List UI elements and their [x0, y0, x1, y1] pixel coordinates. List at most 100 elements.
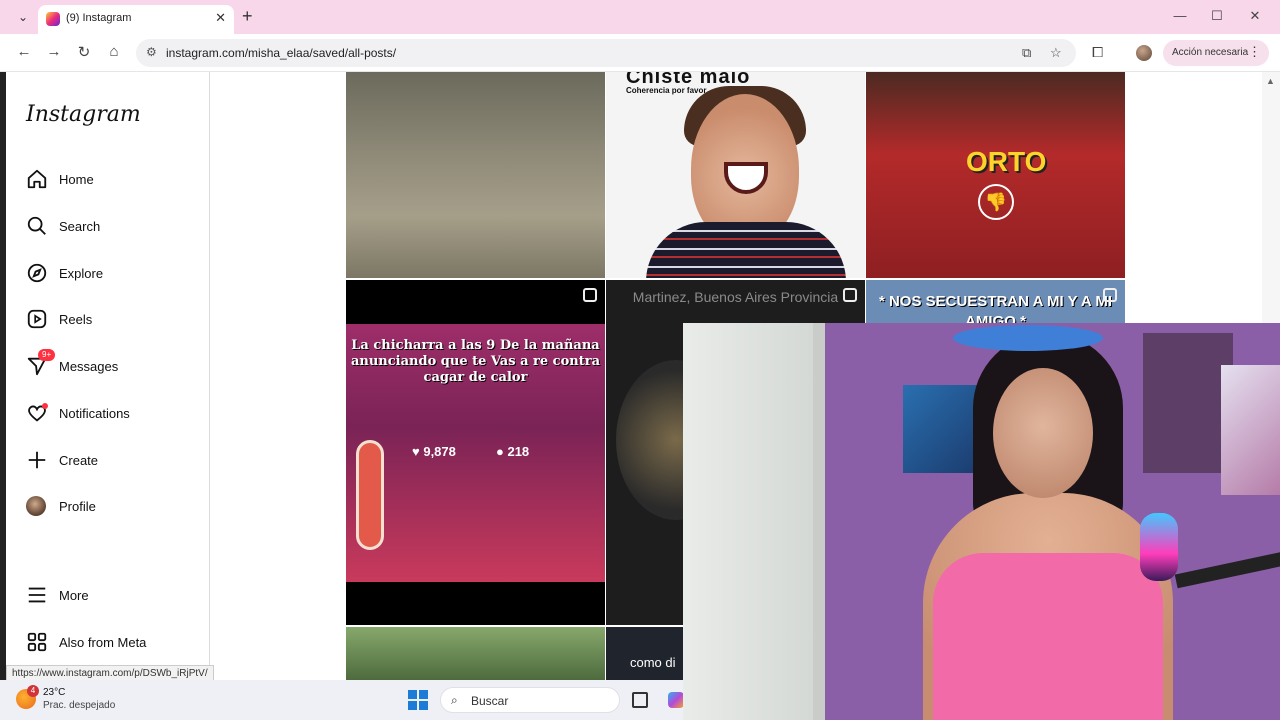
sidebar-item-search[interactable]: Search	[26, 215, 196, 239]
search-icon: ⌕	[451, 693, 458, 707]
url-text: instagram.com/misha_elaa/saved/all-posts…	[166, 46, 397, 60]
comments-count-with-comment-icon: ● 218	[496, 444, 530, 459]
thermometer-icon	[356, 440, 384, 550]
saved-post-2[interactable]: Chiste malo Coherencia por favor	[606, 72, 865, 278]
webcam-door-frame	[813, 323, 825, 720]
webcam-poster-right	[1221, 365, 1280, 495]
sidebar-label: Notifications	[59, 406, 130, 421]
reel-icon	[1103, 288, 1117, 302]
webcam-microphone	[1140, 513, 1178, 581]
install-app-icon[interactable]: ⧉	[1022, 45, 1031, 61]
sidebar-item-reels[interactable]: Reels	[26, 308, 196, 332]
minimize-window-icon[interactable]: —	[1170, 8, 1190, 23]
messages-badge: 9+	[38, 349, 56, 361]
weather-description[interactable]: Prac. despejado	[43, 700, 115, 711]
saved-post-1[interactable]	[346, 72, 605, 278]
saved-post-3[interactable]: ORTO 👎	[866, 72, 1125, 278]
sidebar-item-home[interactable]: Home	[26, 168, 196, 192]
copilot-icon[interactable]	[668, 692, 684, 708]
post-caption: La chicharra a las 9 De la mañana anunci…	[350, 338, 600, 385]
meta-icon	[27, 632, 47, 652]
sidebar-label: Create	[59, 453, 99, 468]
post-hover-stats: ♥ 9,878 ● 218	[412, 444, 605, 464]
instagram-favicon-icon	[46, 12, 60, 26]
tab-close-icon[interactable]: ✕	[215, 10, 226, 26]
webcam-hair-bow	[953, 325, 1103, 351]
webcam-person-face	[993, 368, 1093, 498]
webcam-overlay	[683, 323, 1280, 720]
saved-post-4[interactable]: La chicharra a las 9 De la mañana anunci…	[346, 280, 605, 625]
site-info-icon[interactable]: ⚙	[146, 45, 157, 59]
thumbs-down-icon: 👎	[978, 184, 1014, 220]
instagram-logo[interactable]: Instagram	[26, 102, 141, 127]
webcam-shelf	[1143, 333, 1233, 473]
sidebar-label: Messages	[59, 359, 119, 374]
browser-tab-strip: ⌄ (9) Instagram ✕ + — ☐ ✕	[0, 0, 1280, 34]
action-required-button[interactable]: Acción necesaria ⋮	[1163, 40, 1269, 66]
plus-icon	[28, 451, 46, 469]
screen: ⌄ (9) Instagram ✕ + — ☐ ✕ ← → ↻ ⌂ ⚙ inst…	[0, 0, 1280, 720]
action-required-label: Acción necesaria	[1172, 47, 1249, 58]
sidebar-label: Also from Meta	[59, 635, 147, 650]
scroll-up-arrow-icon[interactable]: ▲	[1266, 76, 1275, 86]
sidebar-item-create[interactable]: Create	[26, 449, 196, 473]
reel-icon	[843, 288, 857, 302]
task-view-icon[interactable]	[632, 692, 648, 708]
sidebar-label: More	[59, 588, 89, 603]
webcam-person-top	[933, 553, 1163, 720]
sidebar-item-profile[interactable]: Profile	[26, 495, 196, 519]
weather-temperature[interactable]: 23°C	[43, 687, 65, 698]
sidebar-label: Search	[59, 219, 101, 234]
instagram-sidebar: Instagram Home Search Explore Reels 9+ M…	[6, 72, 210, 680]
tab-search-chevron-icon[interactable]: ⌄	[12, 8, 34, 26]
sidebar-label: Home	[59, 172, 94, 187]
browser-tab-instagram[interactable]: (9) Instagram ✕	[38, 5, 234, 34]
taskbar-search-placeholder: Buscar	[471, 694, 509, 708]
address-bar[interactable]: ⚙ instagram.com/misha_elaa/saved/all-pos…	[136, 39, 1076, 67]
likes-count: 9,878	[423, 444, 456, 459]
webcam-poster-left	[903, 385, 979, 473]
link-hover-status: https://www.instagram.com/p/DSWb_iRjPtV/	[6, 665, 214, 681]
home-icon	[27, 169, 47, 189]
compass-icon	[27, 263, 47, 283]
search-icon	[27, 216, 46, 235]
sidebar-item-also-from-meta[interactable]: Also from Meta	[26, 631, 196, 655]
sidebar-item-notifications[interactable]: Notifications	[26, 402, 196, 426]
home-browser-icon[interactable]: ⌂	[104, 43, 124, 60]
more-options-icon[interactable]: ⋮	[1248, 44, 1261, 60]
saved-post-7[interactable]	[346, 627, 605, 680]
post-subtitle: Coherencia por favor	[626, 86, 707, 95]
reload-icon[interactable]: ↻	[74, 43, 94, 61]
post-image-shirt	[646, 222, 846, 278]
post-caption: como di	[630, 655, 676, 670]
comments-count: 218	[507, 444, 530, 459]
sidebar-item-more[interactable]: More	[26, 584, 196, 608]
forward-icon[interactable]: →	[44, 43, 64, 60]
extensions-icon[interactable]: ⧠	[1092, 44, 1103, 61]
sidebar-label: Profile	[59, 499, 96, 514]
back-icon[interactable]: ←	[14, 43, 34, 60]
sidebar-item-messages[interactable]: 9+ Messages	[26, 349, 196, 379]
webcam-door	[683, 323, 823, 720]
bookmark-star-icon[interactable]: ☆	[1050, 45, 1062, 61]
weather-badge: 4	[27, 685, 39, 697]
post-caption: Martinez, Buenos Aires Provincia	[632, 289, 839, 305]
browser-toolbar: ← → ↻ ⌂ ⚙ instagram.com/misha_elaa/saved…	[0, 34, 1280, 72]
menu-icon	[28, 587, 46, 603]
likes-count-with-heart-icon: ♥ 9,878	[412, 444, 456, 459]
notification-dot	[42, 403, 48, 409]
reels-icon	[27, 309, 47, 329]
sidebar-label: Explore	[59, 266, 104, 281]
avatar	[26, 496, 46, 516]
sidebar-item-explore[interactable]: Explore	[26, 262, 196, 286]
browser-profile-avatar[interactable]	[1136, 45, 1152, 61]
close-window-icon[interactable]: ✕	[1245, 8, 1265, 24]
taskbar-search-input[interactable]: ⌕ Buscar	[440, 687, 620, 713]
tab-title: (9) Instagram	[66, 12, 132, 24]
sidebar-label: Reels	[59, 312, 93, 327]
post-caption: ORTO	[966, 146, 1047, 177]
new-tab-button[interactable]: +	[242, 6, 253, 27]
windows-start-icon[interactable]	[408, 690, 428, 710]
maximize-window-icon[interactable]: ☐	[1207, 8, 1227, 24]
webcam-mic-arm	[1174, 551, 1280, 589]
